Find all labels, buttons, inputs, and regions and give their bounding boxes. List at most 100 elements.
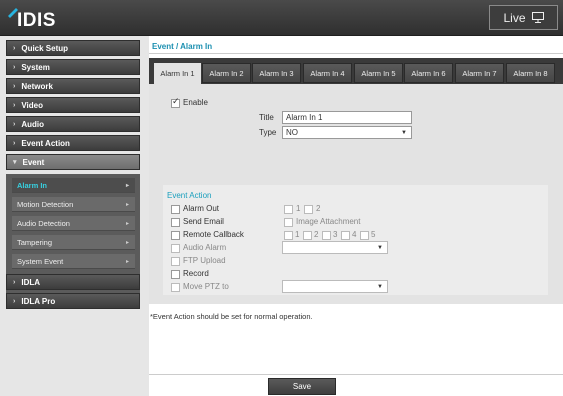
alarm-out-checkbox[interactable] xyxy=(171,205,180,214)
title-label: Title xyxy=(259,113,274,122)
enable-checkbox[interactable] xyxy=(171,97,180,108)
tab-alarm-in-1[interactable]: Alarm In 1 xyxy=(154,63,201,84)
callback-1-label: 1 xyxy=(295,230,300,239)
callback-3-label: 3 xyxy=(333,230,338,239)
ftp-upload-checkbox[interactable] xyxy=(171,257,180,266)
monitor-icon xyxy=(531,12,544,23)
type-select[interactable]: NO ▼ xyxy=(282,126,412,139)
breadcrumb: Event / Alarm In xyxy=(152,42,213,51)
tab-alarm-in-3[interactable]: Alarm In 3 xyxy=(252,63,301,83)
send-email-label: Send Email xyxy=(183,217,224,226)
submenu-item-audio-detection[interactable]: Audio Detection ▸ xyxy=(12,216,135,231)
sidebar-item-label: Event xyxy=(22,157,45,167)
type-select-value: NO xyxy=(286,128,298,137)
audio-alarm-label: Audio Alarm xyxy=(183,243,227,252)
arrow-right-icon: ▸ xyxy=(125,201,129,208)
submenu-item-alarm-in[interactable]: Alarm In ▸ xyxy=(12,178,135,193)
callback-4-label: 4 xyxy=(352,230,357,239)
live-label: Live xyxy=(503,10,526,25)
submenu-item-label: Motion Detection xyxy=(17,199,74,209)
submenu-item-motion-detection[interactable]: Motion Detection ▸ xyxy=(12,197,135,212)
send-email-checkbox[interactable] xyxy=(171,218,180,227)
alarm-out-1-checkbox[interactable] xyxy=(284,205,293,214)
sidebar-item-label: System xyxy=(21,62,50,72)
tab-alarm-in-6[interactable]: Alarm In 6 xyxy=(404,63,453,83)
move-ptz-checkbox[interactable] xyxy=(171,283,180,292)
title-input[interactable]: Alarm In 1 xyxy=(282,111,412,124)
tab-bar: Alarm In 1 Alarm In 2 Alarm In 3 Alarm I… xyxy=(149,58,563,84)
sidebar-item-label: IDLA xyxy=(21,277,41,287)
event-action-group: Event Action xyxy=(163,185,548,295)
move-ptz-label: Move PTZ to xyxy=(183,282,229,291)
tab-alarm-in-8[interactable]: Alarm In 8 xyxy=(506,63,555,83)
alarm-out-label: Alarm Out xyxy=(183,204,220,213)
callback-2-checkbox[interactable] xyxy=(303,231,312,240)
sidebar-item-quick-setup[interactable]: › Quick Setup xyxy=(6,40,140,56)
image-attachment-checkbox[interactable] xyxy=(284,218,293,227)
tab-alarm-in-2[interactable]: Alarm In 2 xyxy=(202,63,251,83)
alarm-out-2-checkbox[interactable] xyxy=(304,205,313,214)
sidebar-item-label: IDLA Pro xyxy=(21,296,56,306)
chevron-right-icon: › xyxy=(13,82,16,90)
callback-4-checkbox[interactable] xyxy=(341,231,350,240)
caret-down-icon: ▼ xyxy=(377,283,383,290)
arrow-right-icon: ▸ xyxy=(125,182,129,189)
callback-2-label: 2 xyxy=(314,230,319,239)
sidebar-item-network[interactable]: › Network xyxy=(6,78,140,94)
image-attachment-label: Image Attachment xyxy=(296,217,361,226)
enable-label: Enable xyxy=(183,98,208,107)
sidebar-item-label: Video xyxy=(21,100,43,110)
sidebar-item-event-action[interactable]: › Event Action xyxy=(6,135,140,151)
audio-alarm-select[interactable]: ▼ xyxy=(282,241,388,254)
callback-5-checkbox[interactable] xyxy=(360,231,369,240)
chevron-right-icon: › xyxy=(13,120,16,128)
sidebar: › Quick Setup › System › Network › Video… xyxy=(0,36,149,396)
submenu-item-label: System Event xyxy=(17,256,64,266)
sidebar-item-video[interactable]: › Video xyxy=(6,97,140,113)
tab-alarm-in-4[interactable]: Alarm In 4 xyxy=(303,63,352,83)
sidebar-item-system[interactable]: › System xyxy=(6,59,140,75)
sidebar-item-label: Network xyxy=(21,81,53,91)
sidebar-item-idla-pro[interactable]: › IDLA Pro xyxy=(6,293,140,309)
record-checkbox[interactable] xyxy=(171,270,180,279)
chevron-right-icon: › xyxy=(13,101,16,109)
sidebar-item-idla[interactable]: › IDLA xyxy=(6,274,140,290)
caret-down-icon: ▼ xyxy=(401,129,407,136)
tab-alarm-in-7[interactable]: Alarm In 7 xyxy=(455,63,504,83)
tab-alarm-in-5[interactable]: Alarm In 5 xyxy=(354,63,403,83)
move-ptz-select[interactable]: ▼ xyxy=(282,280,388,293)
callback-1-checkbox[interactable] xyxy=(284,231,293,240)
caret-down-icon: ▼ xyxy=(377,244,383,251)
chevron-right-icon: › xyxy=(13,63,16,71)
sidebar-item-label: Audio xyxy=(21,119,45,129)
remote-callback-label: Remote Callback xyxy=(183,230,244,239)
callback-3-checkbox[interactable] xyxy=(322,231,331,240)
submenu-item-label: Alarm In xyxy=(17,180,48,190)
submenu-item-label: Audio Detection xyxy=(17,218,70,228)
arrow-right-icon: ▸ xyxy=(125,258,129,265)
type-label: Type xyxy=(259,128,277,137)
logo-text: IDIS xyxy=(17,10,56,31)
live-button[interactable]: Live xyxy=(489,5,558,30)
submenu-item-tampering[interactable]: Tampering ▸ xyxy=(12,235,135,250)
callback-5-label: 5 xyxy=(371,230,376,239)
sidebar-item-audio[interactable]: › Audio xyxy=(6,116,140,132)
event-action-note: *Event Action should be set for normal o… xyxy=(150,312,313,321)
top-bar: IDIS Live xyxy=(0,0,563,36)
save-button[interactable]: Save xyxy=(268,378,336,395)
sidebar-item-event[interactable]: ▾ Event xyxy=(6,154,140,170)
alarm-out-1-label: 1 xyxy=(296,204,301,213)
chevron-down-icon: ▾ xyxy=(13,159,17,166)
submenu-item-label: Tampering xyxy=(17,237,53,247)
sidebar-item-label: Quick Setup xyxy=(21,43,69,53)
alarm-out-2-label: 2 xyxy=(316,204,321,213)
audio-alarm-checkbox[interactable] xyxy=(171,244,180,253)
chevron-right-icon: › xyxy=(13,44,16,52)
remote-callback-checkbox[interactable] xyxy=(171,231,180,240)
ftp-upload-label: FTP Upload xyxy=(183,256,226,265)
event-action-title: Event Action xyxy=(167,191,212,200)
record-label: Record xyxy=(183,269,209,278)
submenu-item-system-event[interactable]: System Event ▸ xyxy=(12,254,135,269)
chevron-right-icon: › xyxy=(13,297,16,305)
chevron-right-icon: › xyxy=(13,278,16,286)
